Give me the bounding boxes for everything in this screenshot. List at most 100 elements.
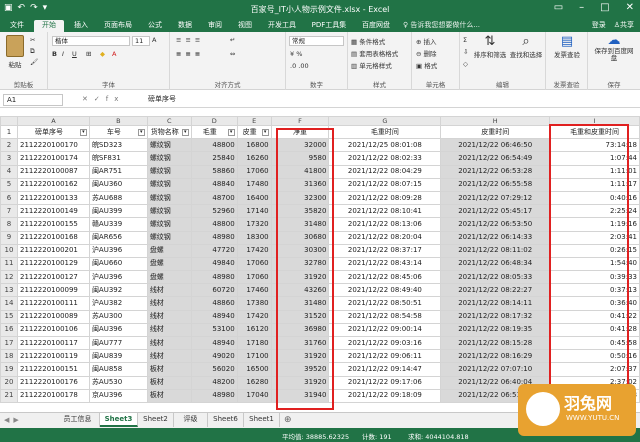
row-number[interactable]: 3 xyxy=(0,151,18,166)
cell[interactable]: 2021/12/22 06:53:28 xyxy=(440,164,551,179)
cell[interactable]: 48980 xyxy=(190,270,238,285)
cell[interactable]: 2:03:41 xyxy=(549,230,640,245)
cell[interactable]: 2021/12/22 07:29:12 xyxy=(440,190,551,206)
cell[interactable]: 2112220100129 xyxy=(16,256,90,272)
header-cell[interactable]: 净重 xyxy=(270,124,330,140)
cell[interactable]: 16260 xyxy=(236,151,272,166)
cell[interactable]: 52960 xyxy=(190,204,238,219)
header-cell[interactable]: 皮重 ▾ xyxy=(236,124,272,140)
cell[interactable]: 苏AU300 xyxy=(88,309,148,324)
autosum-icon[interactable]: Σ xyxy=(463,36,467,44)
tab-pdf-tools[interactable]: PDF工具集 xyxy=(306,20,352,32)
cell[interactable]: 2112220100119 xyxy=(16,349,90,364)
close-icon[interactable]: ✕ xyxy=(626,2,634,13)
row-number[interactable]: 16 xyxy=(0,322,18,338)
cell[interactable]: 螺纹钢 xyxy=(146,138,192,153)
cell[interactable]: 盘螺 xyxy=(146,243,192,258)
cell[interactable]: 板材 xyxy=(146,362,192,377)
cell[interactable]: 2021/12/22 06:54:49 xyxy=(440,151,551,166)
column-header[interactable]: H xyxy=(440,116,551,126)
row-number[interactable]: 9 xyxy=(0,230,18,245)
cell[interactable]: 17180 xyxy=(236,335,272,351)
cell[interactable]: 16500 xyxy=(236,362,272,377)
font-name-select[interactable]: 楷体 xyxy=(52,36,130,46)
cell[interactable]: 螺纹钢 xyxy=(146,217,192,232)
cell[interactable]: 闽AU660 xyxy=(88,256,148,272)
fx-icon[interactable]: fx xyxy=(106,95,125,103)
horizontal-align-icons[interactable]: ≣≣≣ xyxy=(176,50,204,58)
cell[interactable]: 皖SF831 xyxy=(88,151,148,166)
tab-file[interactable]: 文件 xyxy=(4,20,30,32)
cell[interactable]: 18300 xyxy=(236,230,272,245)
row-number[interactable]: 1 xyxy=(0,124,18,140)
cell[interactable]: 闽AR656 xyxy=(88,230,148,245)
find-select-button[interactable]: ⌕ 查找和选择 xyxy=(508,34,544,59)
cell[interactable]: 2021/12/22 09:14:47 xyxy=(328,362,442,377)
filter-dropdown-icon[interactable]: ▾ xyxy=(79,128,87,136)
cell[interactable]: 沪AU382 xyxy=(88,296,148,311)
cell[interactable]: 2:07:37 xyxy=(549,362,640,377)
row-number[interactable]: 14 xyxy=(0,296,18,311)
cell[interactable]: 板材 xyxy=(146,388,192,403)
cell[interactable]: 2021/12/22 09:06:11 xyxy=(328,349,442,364)
row-number[interactable]: 6 xyxy=(0,190,18,206)
cell[interactable]: 苏AU530 xyxy=(88,375,148,390)
sheet-nav-arrows[interactable]: ◀▶ xyxy=(4,416,23,424)
cell[interactable]: 31760 xyxy=(270,335,330,351)
cell[interactable]: 沪AU396 xyxy=(88,270,148,285)
tab-page-layout[interactable]: 页面布局 xyxy=(98,20,138,32)
insert-cells-button[interactable]: ⊕ 插入 xyxy=(416,36,437,46)
font-color-icon[interactable]: A xyxy=(112,50,116,58)
cell[interactable]: 30300 xyxy=(270,243,330,258)
cell[interactable]: 闽AU392 xyxy=(88,283,148,298)
cell[interactable]: 线材 xyxy=(146,309,192,324)
sort-filter-button[interactable]: ⇅ 排序和筛选 xyxy=(472,34,508,59)
bold-icon[interactable]: B xyxy=(52,50,57,58)
cell[interactable]: 0:41:28 xyxy=(549,322,640,338)
underline-icon[interactable]: U xyxy=(72,50,77,58)
sheet-tab-1[interactable]: Sheet3 xyxy=(100,413,138,427)
wrap-text-icon[interactable]: ↵ xyxy=(230,36,235,44)
cell[interactable]: 2021/12/22 08:17:32 xyxy=(440,309,551,324)
cell[interactable]: 31480 xyxy=(270,296,330,311)
sheet-tab-2[interactable]: Sheet2 xyxy=(138,413,174,427)
cell[interactable]: 48940 xyxy=(190,335,238,351)
cell[interactable]: 31920 xyxy=(270,375,330,390)
cell[interactable]: 2021/12/22 08:04:29 xyxy=(328,164,442,179)
cell[interactable]: 螺纹钢 xyxy=(146,151,192,166)
cell[interactable]: 0:50:16 xyxy=(549,349,640,364)
cell[interactable]: 25840 xyxy=(190,151,238,166)
enter-icon[interactable]: ✓ xyxy=(94,95,106,103)
cell[interactable]: 线材 xyxy=(146,296,192,311)
cell[interactable]: 闽AU858 xyxy=(88,362,148,377)
column-header[interactable]: E xyxy=(236,116,272,126)
cell[interactable]: 2021/12/22 08:10:41 xyxy=(328,204,442,219)
tell-me-search[interactable]: ♀ 告诉我您想要做什么... xyxy=(403,20,480,30)
cell[interactable]: 16120 xyxy=(236,322,272,338)
cell[interactable]: 线材 xyxy=(146,322,192,338)
cell[interactable]: 36980 xyxy=(270,322,330,338)
table-format-button[interactable]: ▤ 套用表格格式 xyxy=(351,48,398,58)
header-cell[interactable]: 毛重 ▾ xyxy=(190,124,238,140)
cell[interactable]: 56020 xyxy=(190,362,238,377)
cell[interactable]: 48800 xyxy=(190,217,238,232)
column-header[interactable]: D xyxy=(190,116,238,126)
cell[interactable]: 2:25:24 xyxy=(549,204,640,219)
cell[interactable]: 31940 xyxy=(270,388,330,403)
header-cell[interactable]: 车号 ▾ xyxy=(88,124,148,140)
cell[interactable]: 螺纹钢 xyxy=(146,177,192,192)
cell[interactable]: 2112220100111 xyxy=(16,296,90,311)
tab-view[interactable]: 视图 xyxy=(232,20,258,32)
cell[interactable]: 闽AU396 xyxy=(88,322,148,338)
cell[interactable]: 47720 xyxy=(190,243,238,258)
cell[interactable]: 2112220100087 xyxy=(16,164,90,179)
column-header[interactable]: G xyxy=(328,116,442,126)
login-link[interactable]: 登录 xyxy=(592,20,606,30)
cell[interactable]: 1:11:01 xyxy=(549,164,640,179)
delete-cells-button[interactable]: ⊖ 删除 xyxy=(416,48,437,58)
cell[interactable]: 2021/12/22 06:55:58 xyxy=(440,177,551,192)
cell[interactable]: 1:11:17 xyxy=(549,177,640,192)
italic-icon[interactable]: I xyxy=(62,50,64,58)
cell[interactable]: 2112220100089 xyxy=(16,309,90,324)
invoice-check-button[interactable]: ▤ 发票查验 xyxy=(550,34,584,59)
